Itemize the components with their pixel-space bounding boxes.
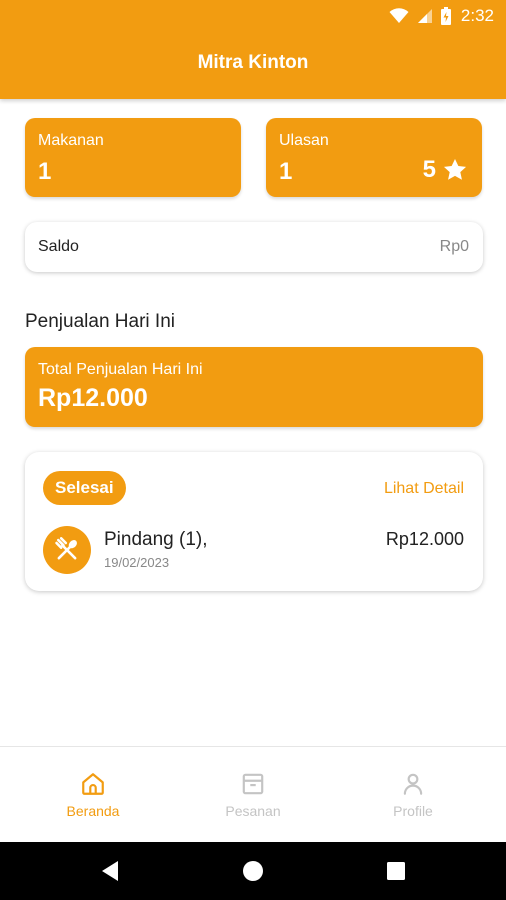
order-card[interactable]: Selesai Lihat Detail Pindang (1), 19/02/…: [25, 452, 483, 591]
home-button-icon[interactable]: [238, 859, 268, 883]
rating-value: 5: [422, 156, 436, 183]
total-sales-card: Total Penjualan Hari Ini Rp12.000: [25, 347, 483, 427]
nav-pesanan-label: Pesanan: [225, 803, 281, 819]
battery-icon: [440, 7, 451, 25]
ulasan-label: Ulasan: [279, 132, 329, 149]
star-icon: [442, 157, 468, 183]
saldo-label: Saldo: [38, 238, 79, 255]
view-detail-link[interactable]: Lihat Detail: [384, 480, 464, 498]
rating: 5: [423, 156, 468, 184]
order-item-name: Pindang (1),: [104, 529, 208, 550]
archive-icon: [240, 771, 266, 797]
home-icon: [80, 771, 106, 797]
section-title: Penjualan Hari Ini: [25, 311, 175, 332]
bottom-nav: Beranda Pesanan Profile: [0, 746, 506, 842]
signal-icon: [417, 8, 433, 24]
system-navigation-bar: [0, 842, 506, 900]
ulasan-card[interactable]: Ulasan 1 5: [266, 118, 482, 197]
status-bar: 2:32: [0, 0, 506, 32]
order-price: Rp12.000: [385, 529, 464, 549]
makanan-card[interactable]: Makanan 1: [25, 118, 241, 197]
makanan-label: Makanan: [38, 132, 104, 149]
order-date: 19/02/2023: [104, 555, 170, 570]
ulasan-count: 1: [279, 158, 293, 185]
total-sales-label: Total Penjualan Hari Ini: [38, 361, 203, 378]
status-badge: Selesai: [43, 471, 126, 505]
clock: 2:32: [460, 6, 494, 25]
saldo-card[interactable]: Saldo Rp0: [25, 222, 483, 272]
nav-beranda-label: Beranda: [66, 803, 120, 819]
saldo-value: Rp0: [439, 238, 469, 255]
wifi-icon: [389, 8, 409, 24]
makanan-count: 1: [38, 158, 52, 185]
recents-icon[interactable]: [381, 859, 411, 883]
app-bar: 2:32 Mitra Kinton: [0, 0, 506, 99]
nav-profile-label: Profile: [393, 803, 433, 819]
back-icon[interactable]: [95, 859, 125, 883]
page-title: Mitra Kinton: [197, 52, 309, 73]
total-sales-value: Rp12.000: [38, 384, 148, 412]
person-icon: [400, 771, 426, 797]
fork-spoon-icon: [43, 526, 91, 574]
nav-profile[interactable]: Profile: [329, 747, 497, 843]
nav-pesanan[interactable]: Pesanan: [169, 747, 337, 843]
nav-beranda[interactable]: Beranda: [9, 747, 177, 843]
